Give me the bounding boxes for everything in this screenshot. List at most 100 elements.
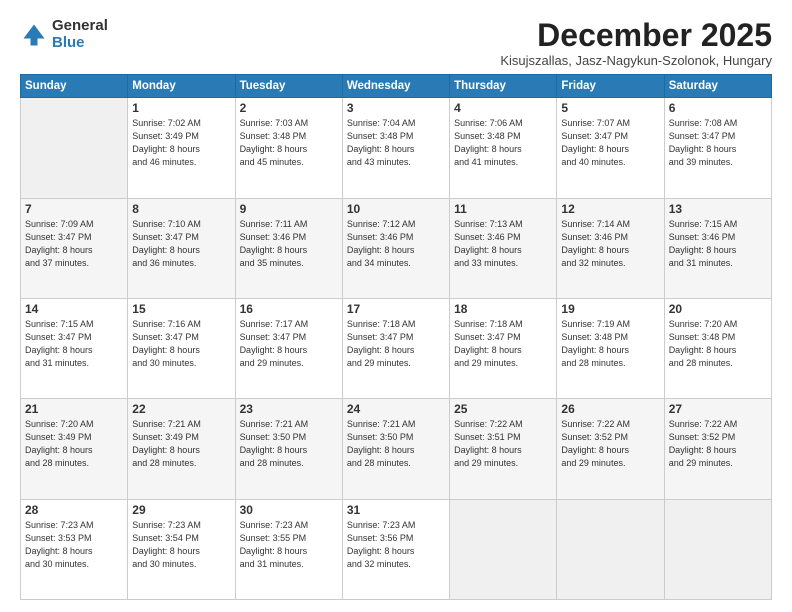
day-number: 6 [669, 101, 767, 115]
col-monday: Monday [128, 75, 235, 98]
day-number: 29 [132, 503, 230, 517]
table-row: 16 Sunrise: 7:17 AM Sunset: 3:47 PM Dayli… [235, 298, 342, 398]
day-number: 30 [240, 503, 338, 517]
day-info: Sunrise: 7:11 AM Sunset: 3:46 PM Dayligh… [240, 218, 338, 270]
table-row [557, 499, 664, 599]
table-row: 25 Sunrise: 7:22 AM Sunset: 3:51 PM Dayli… [450, 399, 557, 499]
day-info: Sunrise: 7:08 AM Sunset: 3:47 PM Dayligh… [669, 117, 767, 169]
day-number: 25 [454, 402, 552, 416]
logo-blue-text: Blue [52, 35, 108, 52]
day-info: Sunrise: 7:23 AM Sunset: 3:55 PM Dayligh… [240, 519, 338, 571]
day-number: 16 [240, 302, 338, 316]
table-row [21, 98, 128, 198]
day-info: Sunrise: 7:04 AM Sunset: 3:48 PM Dayligh… [347, 117, 445, 169]
table-row: 29 Sunrise: 7:23 AM Sunset: 3:54 PM Dayli… [128, 499, 235, 599]
day-info: Sunrise: 7:14 AM Sunset: 3:46 PM Dayligh… [561, 218, 659, 270]
day-info: Sunrise: 7:21 AM Sunset: 3:50 PM Dayligh… [240, 418, 338, 470]
table-row [450, 499, 557, 599]
table-row: 10 Sunrise: 7:12 AM Sunset: 3:46 PM Dayli… [342, 198, 449, 298]
header-row: Sunday Monday Tuesday Wednesday Thursday… [21, 75, 772, 98]
day-number: 17 [347, 302, 445, 316]
week-row-4: 21 Sunrise: 7:20 AM Sunset: 3:49 PM Dayli… [21, 399, 772, 499]
table-row [664, 499, 771, 599]
table-row: 14 Sunrise: 7:15 AM Sunset: 3:47 PM Dayli… [21, 298, 128, 398]
table-row: 27Sunrise: 7:22 AM Sunset: 3:52 PM Dayli… [664, 399, 771, 499]
table-row: 17 Sunrise: 7:18 AM Sunset: 3:47 PM Dayli… [342, 298, 449, 398]
day-number: 20 [669, 302, 767, 316]
day-info: Sunrise: 7:18 AM Sunset: 3:47 PM Dayligh… [454, 318, 552, 370]
day-info: Sunrise: 7:20 AM Sunset: 3:49 PM Dayligh… [25, 418, 123, 470]
day-info: Sunrise: 7:02 AM Sunset: 3:49 PM Dayligh… [132, 117, 230, 169]
day-info: Sunrise: 7:23 AM Sunset: 3:56 PM Dayligh… [347, 519, 445, 571]
logo: General Blue [20, 18, 108, 51]
day-number: 8 [132, 202, 230, 216]
week-row-5: 28Sunrise: 7:23 AM Sunset: 3:53 PM Dayli… [21, 499, 772, 599]
day-number: 23 [240, 402, 338, 416]
day-info: Sunrise: 7:13 AM Sunset: 3:46 PM Dayligh… [454, 218, 552, 270]
day-info: Sunrise: 7:15 AM Sunset: 3:46 PM Dayligh… [669, 218, 767, 270]
col-saturday: Saturday [664, 75, 771, 98]
table-row: 1 Sunrise: 7:02 AM Sunset: 3:49 PM Daylig… [128, 98, 235, 198]
day-number: 1 [132, 101, 230, 115]
day-number: 24 [347, 402, 445, 416]
table-row: 30 Sunrise: 7:23 AM Sunset: 3:55 PM Dayli… [235, 499, 342, 599]
day-number: 2 [240, 101, 338, 115]
col-friday: Friday [557, 75, 664, 98]
day-number: 19 [561, 302, 659, 316]
day-number: 27 [669, 402, 767, 416]
day-number: 3 [347, 101, 445, 115]
day-number: 22 [132, 402, 230, 416]
calendar-table: Sunday Monday Tuesday Wednesday Thursday… [20, 74, 772, 600]
day-number: 10 [347, 202, 445, 216]
day-info: Sunrise: 7:17 AM Sunset: 3:47 PM Dayligh… [240, 318, 338, 370]
table-row: 9 Sunrise: 7:11 AM Sunset: 3:46 PM Daylig… [235, 198, 342, 298]
day-info: Sunrise: 7:06 AM Sunset: 3:48 PM Dayligh… [454, 117, 552, 169]
col-tuesday: Tuesday [235, 75, 342, 98]
day-number: 7 [25, 202, 123, 216]
day-info: Sunrise: 7:22 AM Sunset: 3:52 PM Dayligh… [561, 418, 659, 470]
week-row-3: 14 Sunrise: 7:15 AM Sunset: 3:47 PM Dayli… [21, 298, 772, 398]
table-row: 8 Sunrise: 7:10 AM Sunset: 3:47 PM Daylig… [128, 198, 235, 298]
table-row: 13Sunrise: 7:15 AM Sunset: 3:46 PM Dayli… [664, 198, 771, 298]
table-row: 7Sunrise: 7:09 AM Sunset: 3:47 PM Daylig… [21, 198, 128, 298]
day-info: Sunrise: 7:12 AM Sunset: 3:46 PM Dayligh… [347, 218, 445, 270]
day-info: Sunrise: 7:22 AM Sunset: 3:51 PM Dayligh… [454, 418, 552, 470]
col-wednesday: Wednesday [342, 75, 449, 98]
table-row: 19 Sunrise: 7:19 AM Sunset: 3:48 PM Dayli… [557, 298, 664, 398]
day-info: Sunrise: 7:20 AM Sunset: 3:48 PM Dayligh… [669, 318, 767, 370]
day-number: 21 [25, 402, 123, 416]
page: General Blue December 2025 Kisujszallas,… [0, 0, 792, 612]
table-row: 6 Sunrise: 7:08 AM Sunset: 3:47 PM Daylig… [664, 98, 771, 198]
col-thursday: Thursday [450, 75, 557, 98]
table-row: 4Sunrise: 7:06 AM Sunset: 3:48 PM Daylig… [450, 98, 557, 198]
table-row: 23 Sunrise: 7:21 AM Sunset: 3:50 PM Dayli… [235, 399, 342, 499]
day-info: Sunrise: 7:16 AM Sunset: 3:47 PM Dayligh… [132, 318, 230, 370]
table-row: 15Sunrise: 7:16 AM Sunset: 3:47 PM Dayli… [128, 298, 235, 398]
logo-general-text: General [52, 18, 108, 35]
day-number: 18 [454, 302, 552, 316]
day-number: 26 [561, 402, 659, 416]
table-row: 12Sunrise: 7:14 AM Sunset: 3:46 PM Dayli… [557, 198, 664, 298]
table-row: 18 Sunrise: 7:18 AM Sunset: 3:47 PM Dayli… [450, 298, 557, 398]
day-info: Sunrise: 7:15 AM Sunset: 3:47 PM Dayligh… [25, 318, 123, 370]
table-row: 24 Sunrise: 7:21 AM Sunset: 3:50 PM Dayli… [342, 399, 449, 499]
week-row-2: 7Sunrise: 7:09 AM Sunset: 3:47 PM Daylig… [21, 198, 772, 298]
day-info: Sunrise: 7:21 AM Sunset: 3:49 PM Dayligh… [132, 418, 230, 470]
calendar-title: December 2025 [500, 18, 772, 53]
col-sunday: Sunday [21, 75, 128, 98]
day-info: Sunrise: 7:21 AM Sunset: 3:50 PM Dayligh… [347, 418, 445, 470]
day-info: Sunrise: 7:10 AM Sunset: 3:47 PM Dayligh… [132, 218, 230, 270]
table-row: 31Sunrise: 7:23 AM Sunset: 3:56 PM Dayli… [342, 499, 449, 599]
header: General Blue December 2025 Kisujszallas,… [20, 18, 772, 68]
day-number: 14 [25, 302, 123, 316]
table-row: 22 Sunrise: 7:21 AM Sunset: 3:49 PM Dayli… [128, 399, 235, 499]
day-number: 9 [240, 202, 338, 216]
day-info: Sunrise: 7:03 AM Sunset: 3:48 PM Dayligh… [240, 117, 338, 169]
day-info: Sunrise: 7:19 AM Sunset: 3:48 PM Dayligh… [561, 318, 659, 370]
table-row: 3 Sunrise: 7:04 AM Sunset: 3:48 PM Daylig… [342, 98, 449, 198]
day-info: Sunrise: 7:23 AM Sunset: 3:53 PM Dayligh… [25, 519, 123, 571]
day-info: Sunrise: 7:18 AM Sunset: 3:47 PM Dayligh… [347, 318, 445, 370]
day-number: 5 [561, 101, 659, 115]
table-row: 2 Sunrise: 7:03 AM Sunset: 3:48 PM Daylig… [235, 98, 342, 198]
day-info: Sunrise: 7:23 AM Sunset: 3:54 PM Dayligh… [132, 519, 230, 571]
